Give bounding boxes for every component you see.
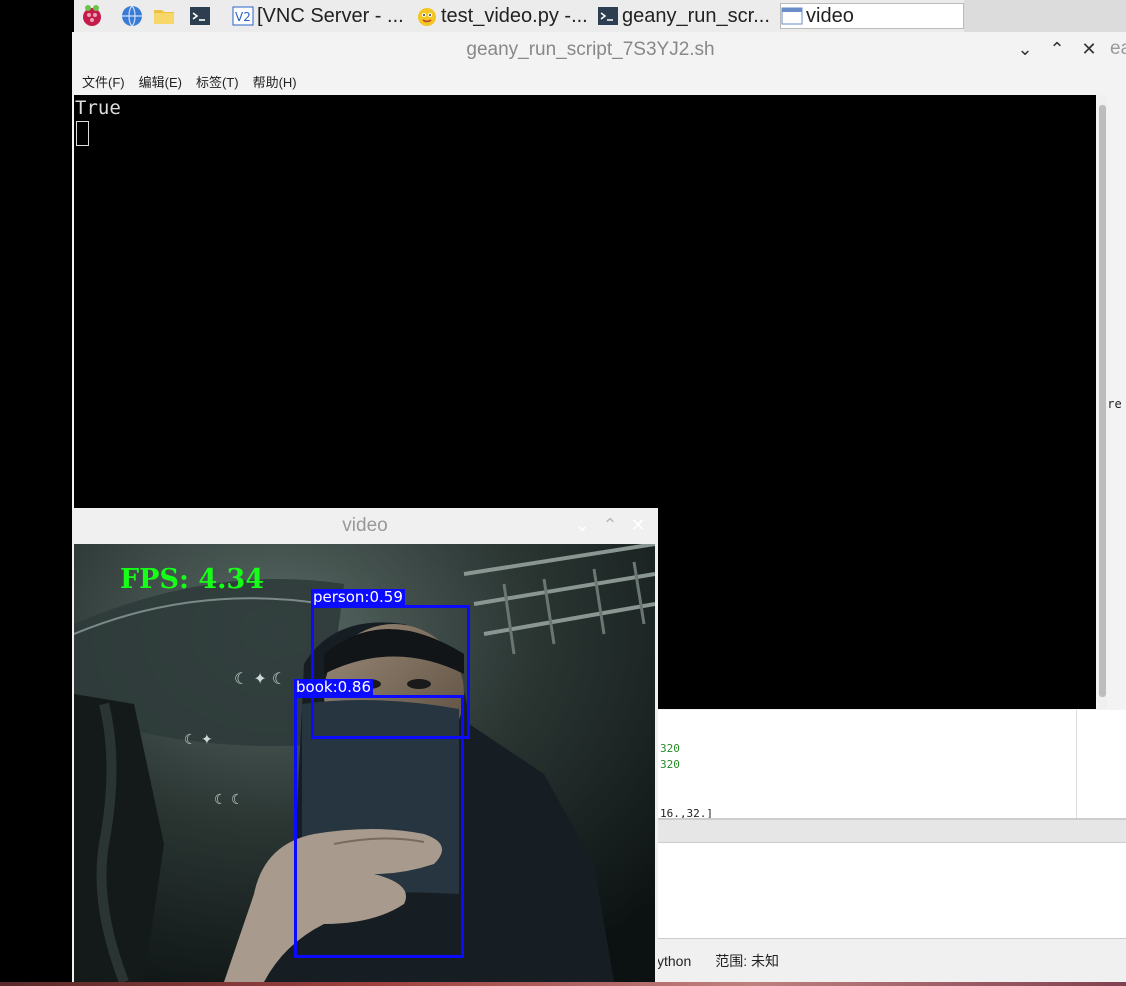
vnc-icon: V2 <box>232 6 254 26</box>
status-bar: ython 范围: 未知 <box>657 938 1126 983</box>
thonny-icon <box>418 8 436 26</box>
taskbar-item-label: geany_run_scr... <box>622 4 770 27</box>
svg-text:V2: V2 <box>235 10 251 24</box>
menu-tabs[interactable]: 标签(T) <box>196 72 239 91</box>
taskbar: V2 [VNC Server - ... test_video.py -... … <box>74 0 964 32</box>
scrollbar[interactable] <box>1098 95 1107 709</box>
geany-editor-region: 320 320 16.,32.] ython 范围: 未知 <box>657 710 1126 983</box>
fps-label: FPS: 4.34 <box>120 564 265 595</box>
taskbar-item-thonny[interactable]: test_video.py -... <box>416 3 588 29</box>
raspberry-menu-icon[interactable] <box>80 4 104 28</box>
detection-box-book <box>294 695 464 958</box>
camera-frame: ☾ ✦ ☾ ☾ ✦ ☾ ☾ FPS: 4.34 person:0.59 book… <box>74 544 655 982</box>
menu-help[interactable]: 帮助(H) <box>253 72 297 91</box>
maximize-icon[interactable]: ⌃ <box>1047 38 1067 60</box>
detection-label-person: person:0.59 <box>311 588 405 606</box>
status-scope: 范围: 未知 <box>715 953 780 969</box>
file-manager-icon[interactable] <box>152 4 176 28</box>
window-controls: ⌄ ⌃ ✕ <box>1015 38 1099 60</box>
window-title[interactable]: geany_run_script_7S3YJ2.sh <box>72 32 1109 68</box>
desktop-wallpaper-edge <box>0 982 1126 986</box>
close-icon[interactable]: ✕ <box>628 514 648 536</box>
taskbar-item-video[interactable]: video <box>780 3 964 29</box>
window-title[interactable]: video <box>72 508 658 544</box>
taskbar-item-geany-run[interactable]: geany_run_scr... <box>597 3 770 29</box>
pane-splitter[interactable] <box>657 818 1126 843</box>
maximize-icon[interactable]: ⌃ <box>600 514 620 536</box>
video-window: video ⌄ ⌃ ✕ ☾ ✦ ☾ ☾ ✦ ☾ ☾ FPS: 4.34 pers… <box>72 508 658 982</box>
web-browser-icon[interactable] <box>120 4 144 28</box>
taskbar-tray <box>964 0 1126 32</box>
taskbar-item-label: [VNC Server - ... <box>257 4 404 27</box>
minimize-icon[interactable]: ⌄ <box>572 514 592 536</box>
code-line: 320 <box>660 758 680 771</box>
close-icon[interactable]: ✕ <box>1079 38 1099 60</box>
terminal-icon <box>598 7 618 25</box>
divider <box>1076 710 1077 818</box>
background-title-fragment: ea <box>1110 38 1126 59</box>
taskbar-item-label: test_video.py -... <box>441 4 588 27</box>
detection-label-book: book:0.86 <box>294 678 374 696</box>
status-language: ython <box>657 953 692 969</box>
taskbar-item-vnc[interactable]: V2 [VNC Server - ... <box>232 3 404 29</box>
output-line: True <box>75 97 121 119</box>
svg-text:☾ ✦ ☾: ☾ ✦ ☾ <box>234 669 286 688</box>
window-icon <box>781 7 803 25</box>
terminal-icon[interactable] <box>188 4 212 28</box>
code-line: 320 <box>660 742 680 755</box>
menu-bar: 文件(F) 编辑(E) 标签(T) 帮助(H) <box>72 69 297 93</box>
menu-edit[interactable]: 编辑(E) <box>139 72 182 91</box>
minimize-icon[interactable]: ⌄ <box>1015 38 1035 60</box>
menu-file[interactable]: 文件(F) <box>82 72 125 91</box>
svg-text:☾ ☾: ☾ ☾ <box>214 792 244 808</box>
svg-text:☾ ✦: ☾ ✦ <box>184 732 213 748</box>
text-cursor <box>76 121 89 146</box>
window-controls: ⌄ ⌃ ✕ <box>572 514 648 536</box>
taskbar-item-label: video <box>806 4 854 27</box>
scrollbar-thumb[interactable] <box>1099 105 1106 697</box>
